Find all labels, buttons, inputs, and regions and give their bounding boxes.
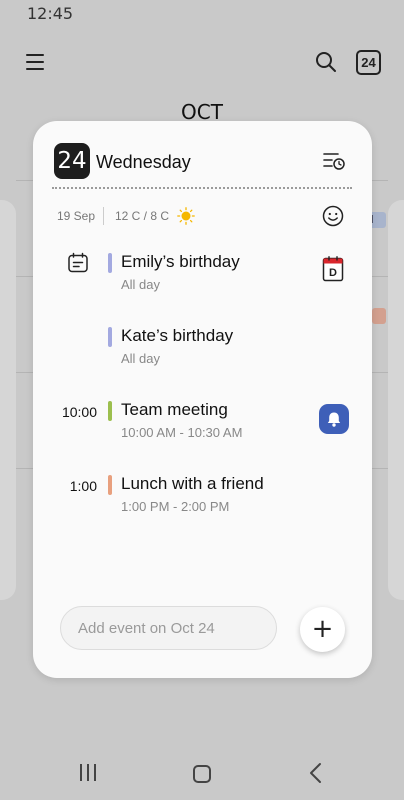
day-detail-popup: 24 Wednesday 19 Sep 12 C / 8 C Emily’s b…: [33, 121, 372, 678]
smiley-icon[interactable]: [322, 205, 344, 227]
background-divider: [372, 276, 388, 277]
calendar-note-icon: [68, 252, 88, 273]
background-divider: [372, 468, 388, 469]
weather-temperature: 12 C / 8 C: [115, 209, 170, 223]
event-item[interactable]: 1:00 Lunch with a friend 1:00 PM - 2:00 …: [33, 474, 372, 524]
event-item[interactable]: Kate’s birthday All day: [33, 326, 372, 376]
background-divider: [16, 276, 33, 277]
app-header: 24: [0, 40, 404, 88]
navigation-bar: [0, 748, 404, 800]
background-divider: [16, 372, 33, 373]
back-icon[interactable]: [308, 762, 324, 784]
event-subtitle: All day: [121, 277, 161, 292]
d-day-label: D: [329, 267, 337, 279]
menu-icon[interactable]: [26, 53, 46, 71]
event-subtitle: 10:00 AM - 10:30 AM: [121, 425, 243, 440]
date-badge: 24: [54, 143, 90, 179]
recents-icon[interactable]: [79, 764, 99, 782]
list-clock-icon[interactable]: [323, 151, 345, 171]
today-button[interactable]: 24: [356, 50, 381, 75]
event-time: 1:00: [69, 478, 97, 494]
event-color-bar: [108, 253, 112, 273]
background-divider: [16, 468, 33, 469]
next-day-card[interactable]: [388, 200, 404, 600]
sun-icon: [177, 207, 195, 225]
event-subtitle: All day: [121, 351, 161, 366]
event-color-bar: [108, 327, 112, 347]
event-title: Team meeting: [121, 400, 228, 419]
event-subtitle: 1:00 PM - 2:00 PM: [121, 499, 230, 514]
event-title: Lunch with a friend: [121, 474, 264, 493]
day-name: Wednesday: [96, 152, 191, 172]
background-event-chip: [372, 308, 386, 324]
home-icon[interactable]: [193, 765, 211, 783]
status-bar: 12:45: [0, 0, 404, 28]
event-time: 10:00: [61, 404, 97, 420]
status-time: 12:45: [27, 4, 74, 23]
event-title: Kate’s birthday: [121, 326, 234, 345]
event-title: Emily’s birthday: [121, 252, 240, 271]
previous-day-card[interactable]: [0, 200, 16, 600]
bell-icon: [327, 412, 341, 427]
add-event-button[interactable]: +: [300, 607, 345, 652]
lunar-date: 19 Sep: [57, 209, 96, 223]
event-color-bar: [108, 401, 112, 421]
info-separator: [103, 207, 104, 225]
d-day-icon[interactable]: D: [322, 256, 344, 282]
add-event-input[interactable]: [60, 606, 277, 650]
reminder-button[interactable]: [319, 404, 349, 434]
header-divider: [52, 187, 352, 189]
event-color-bar: [108, 475, 112, 495]
search-icon[interactable]: [314, 50, 338, 74]
background-divider: [372, 372, 388, 373]
